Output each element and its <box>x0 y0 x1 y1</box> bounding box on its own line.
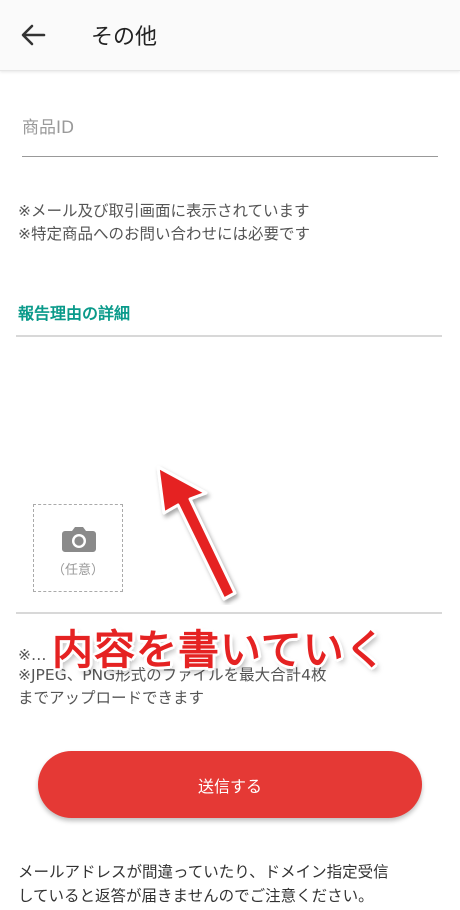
page-title: その他 <box>91 25 158 50</box>
back-button[interactable] <box>14 18 54 52</box>
report-details-title: 報告理由の詳細 <box>18 304 131 323</box>
app-bar: その他 <box>0 0 460 71</box>
product-id-note-2: ※特定商品へのお問い合わせには必要です <box>18 225 310 243</box>
arrow-left-icon <box>21 24 46 46</box>
footer-line-1: メールアドレスが間違っていたり、ドメイン指定受信 <box>18 863 389 881</box>
photo-upload-button[interactable]: （任意） <box>33 504 123 592</box>
details-bottom-divider <box>16 612 442 614</box>
product-id-field[interactable] <box>22 102 438 157</box>
product-id-input[interactable] <box>22 102 438 138</box>
product-id-note-1: ※メール及び取引画面に表示されています <box>18 202 310 220</box>
upload-note-3: までアップロードできます <box>18 689 205 707</box>
footer-line-2: していると返答が届きませんのでご注意ください。 <box>18 887 374 905</box>
camera-icon <box>62 527 96 552</box>
photo-optional-label: （任意） <box>51 563 104 578</box>
submit-button[interactable]: 送信する <box>38 751 422 818</box>
footer-notice: メールアドレスが間違っていたり、ドメイン指定受信 していると返答が届きませんので… <box>18 860 389 908</box>
red-arrow-up-icon <box>156 465 237 601</box>
details-top-divider <box>16 335 442 337</box>
annotation-text: 内容を書いていく <box>52 626 387 674</box>
